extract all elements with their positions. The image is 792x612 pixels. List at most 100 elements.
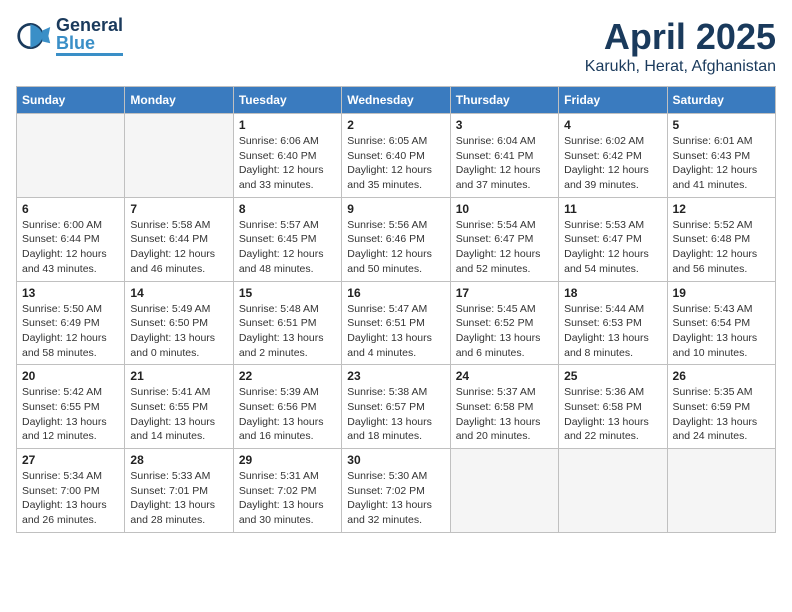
day-info: Sunrise: 6:02 AMSunset: 6:42 PMDaylight:…	[564, 134, 661, 193]
day-info: Sunrise: 6:06 AMSunset: 6:40 PMDaylight:…	[239, 134, 336, 193]
day-info: Sunrise: 5:39 AMSunset: 6:56 PMDaylight:…	[239, 385, 336, 444]
calendar-table: Sunday Monday Tuesday Wednesday Thursday…	[16, 86, 776, 533]
day-number: 23	[347, 369, 444, 383]
day-info: Sunrise: 5:49 AMSunset: 6:50 PMDaylight:…	[130, 302, 227, 361]
calendar-cell	[125, 114, 233, 198]
calendar-week-2: 6 Sunrise: 6:00 AMSunset: 6:44 PMDaylight…	[17, 197, 776, 281]
calendar-cell: 22 Sunrise: 5:39 AMSunset: 6:56 PMDayligh…	[233, 365, 341, 449]
day-info: Sunrise: 6:04 AMSunset: 6:41 PMDaylight:…	[456, 134, 553, 193]
day-number: 8	[239, 202, 336, 216]
calendar-cell: 21 Sunrise: 5:41 AMSunset: 6:55 PMDayligh…	[125, 365, 233, 449]
day-number: 3	[456, 118, 553, 132]
day-info: Sunrise: 5:50 AMSunset: 6:49 PMDaylight:…	[22, 302, 119, 361]
day-number: 5	[673, 118, 770, 132]
day-info: Sunrise: 5:38 AMSunset: 6:57 PMDaylight:…	[347, 385, 444, 444]
day-info: Sunrise: 5:30 AMSunset: 7:02 PMDaylight:…	[347, 469, 444, 528]
calendar-cell: 11 Sunrise: 5:53 AMSunset: 6:47 PMDayligh…	[559, 197, 667, 281]
calendar-week-1: 1 Sunrise: 6:06 AMSunset: 6:40 PMDaylight…	[17, 114, 776, 198]
day-info: Sunrise: 6:05 AMSunset: 6:40 PMDaylight:…	[347, 134, 444, 193]
calendar-cell	[559, 449, 667, 533]
day-number: 6	[22, 202, 119, 216]
day-info: Sunrise: 5:56 AMSunset: 6:46 PMDaylight:…	[347, 218, 444, 277]
day-number: 17	[456, 286, 553, 300]
calendar-cell: 18 Sunrise: 5:44 AMSunset: 6:53 PMDayligh…	[559, 281, 667, 365]
calendar-cell: 26Sunrise: 5:35 AMSunset: 6:59 PMDayligh…	[667, 365, 775, 449]
day-info: Sunrise: 5:33 AMSunset: 7:01 PMDaylight:…	[130, 469, 227, 528]
day-number: 7	[130, 202, 227, 216]
day-number: 22	[239, 369, 336, 383]
day-number: 4	[564, 118, 661, 132]
day-number: 21	[130, 369, 227, 383]
calendar-cell: 23 Sunrise: 5:38 AMSunset: 6:57 PMDayligh…	[342, 365, 450, 449]
title-area: April 2025 Karukh, Herat, Afghanistan	[585, 16, 776, 76]
day-info: Sunrise: 5:36 AMSunset: 6:58 PMDaylight:…	[564, 385, 661, 444]
day-number: 2	[347, 118, 444, 132]
calendar-cell: 2 Sunrise: 6:05 AMSunset: 6:40 PMDaylight…	[342, 114, 450, 198]
logo-name: General Blue	[56, 16, 123, 56]
day-info: Sunrise: 5:57 AMSunset: 6:45 PMDaylight:…	[239, 218, 336, 277]
calendar-cell: 24 Sunrise: 5:37 AMSunset: 6:58 PMDayligh…	[450, 365, 558, 449]
col-wednesday: Wednesday	[342, 87, 450, 114]
day-info: Sunrise: 5:43 AMSunset: 6:54 PMDaylight:…	[673, 302, 770, 361]
calendar-week-5: 27 Sunrise: 5:34 AMSunset: 7:00 PMDayligh…	[17, 449, 776, 533]
col-thursday: Thursday	[450, 87, 558, 114]
col-sunday: Sunday	[17, 87, 125, 114]
day-info: Sunrise: 5:42 AMSunset: 6:55 PMDaylight:…	[22, 385, 119, 444]
calendar-cell: 10Sunrise: 5:54 AMSunset: 6:47 PMDayligh…	[450, 197, 558, 281]
calendar-cell: 12Sunrise: 5:52 AMSunset: 6:48 PMDayligh…	[667, 197, 775, 281]
calendar-cell: 8 Sunrise: 5:57 AMSunset: 6:45 PMDaylight…	[233, 197, 341, 281]
logo: General Blue	[16, 16, 123, 56]
page-subtitle: Karukh, Herat, Afghanistan	[585, 58, 776, 76]
day-number: 9	[347, 202, 444, 216]
day-info: Sunrise: 5:53 AMSunset: 6:47 PMDaylight:…	[564, 218, 661, 277]
day-number: 29	[239, 453, 336, 467]
day-number: 18	[564, 286, 661, 300]
calendar-cell: 27 Sunrise: 5:34 AMSunset: 7:00 PMDayligh…	[17, 449, 125, 533]
calendar-cell: 29 Sunrise: 5:31 AMSunset: 7:02 PMDayligh…	[233, 449, 341, 533]
day-info: Sunrise: 5:45 AMSunset: 6:52 PMDaylight:…	[456, 302, 553, 361]
calendar-cell: 15Sunrise: 5:48 AMSunset: 6:51 PMDayligh…	[233, 281, 341, 365]
calendar-cell: 20Sunrise: 5:42 AMSunset: 6:55 PMDayligh…	[17, 365, 125, 449]
col-saturday: Saturday	[667, 87, 775, 114]
day-number: 28	[130, 453, 227, 467]
day-number: 11	[564, 202, 661, 216]
calendar-cell: 9 Sunrise: 5:56 AMSunset: 6:46 PMDaylight…	[342, 197, 450, 281]
calendar-cell: 13Sunrise: 5:50 AMSunset: 6:49 PMDayligh…	[17, 281, 125, 365]
day-info: Sunrise: 6:00 AMSunset: 6:44 PMDaylight:…	[22, 218, 119, 277]
logo-icon	[16, 18, 52, 54]
logo-blue-text: Blue	[56, 34, 123, 52]
day-info: Sunrise: 5:58 AMSunset: 6:44 PMDaylight:…	[130, 218, 227, 277]
calendar-cell	[17, 114, 125, 198]
calendar-cell: 17 Sunrise: 5:45 AMSunset: 6:52 PMDayligh…	[450, 281, 558, 365]
day-number: 1	[239, 118, 336, 132]
day-info: Sunrise: 5:48 AMSunset: 6:51 PMDaylight:…	[239, 302, 336, 361]
day-info: Sunrise: 5:31 AMSunset: 7:02 PMDaylight:…	[239, 469, 336, 528]
day-info: Sunrise: 5:41 AMSunset: 6:55 PMDaylight:…	[130, 385, 227, 444]
header: General Blue April 2025 Karukh, Herat, A…	[16, 16, 776, 76]
day-number: 25	[564, 369, 661, 383]
col-friday: Friday	[559, 87, 667, 114]
calendar-cell	[450, 449, 558, 533]
day-info: Sunrise: 5:44 AMSunset: 6:53 PMDaylight:…	[564, 302, 661, 361]
day-number: 16	[347, 286, 444, 300]
calendar-week-3: 13Sunrise: 5:50 AMSunset: 6:49 PMDayligh…	[17, 281, 776, 365]
calendar-cell: 14 Sunrise: 5:49 AMSunset: 6:50 PMDayligh…	[125, 281, 233, 365]
day-info: Sunrise: 5:47 AMSunset: 6:51 PMDaylight:…	[347, 302, 444, 361]
logo-underline	[56, 53, 123, 56]
col-monday: Monday	[125, 87, 233, 114]
calendar-cell: 30Sunrise: 5:30 AMSunset: 7:02 PMDayligh…	[342, 449, 450, 533]
calendar-cell: 7 Sunrise: 5:58 AMSunset: 6:44 PMDaylight…	[125, 197, 233, 281]
day-info: Sunrise: 5:37 AMSunset: 6:58 PMDaylight:…	[456, 385, 553, 444]
calendar-cell: 6 Sunrise: 6:00 AMSunset: 6:44 PMDaylight…	[17, 197, 125, 281]
day-number: 19	[673, 286, 770, 300]
day-number: 14	[130, 286, 227, 300]
calendar-body: 1 Sunrise: 6:06 AMSunset: 6:40 PMDaylight…	[17, 114, 776, 533]
col-tuesday: Tuesday	[233, 87, 341, 114]
calendar-week-4: 20Sunrise: 5:42 AMSunset: 6:55 PMDayligh…	[17, 365, 776, 449]
calendar-cell: 16 Sunrise: 5:47 AMSunset: 6:51 PMDayligh…	[342, 281, 450, 365]
calendar-cell: 5Sunrise: 6:01 AMSunset: 6:43 PMDaylight…	[667, 114, 775, 198]
day-info: Sunrise: 5:34 AMSunset: 7:00 PMDaylight:…	[22, 469, 119, 528]
calendar-cell: 3 Sunrise: 6:04 AMSunset: 6:41 PMDaylight…	[450, 114, 558, 198]
day-number: 27	[22, 453, 119, 467]
day-number: 24	[456, 369, 553, 383]
